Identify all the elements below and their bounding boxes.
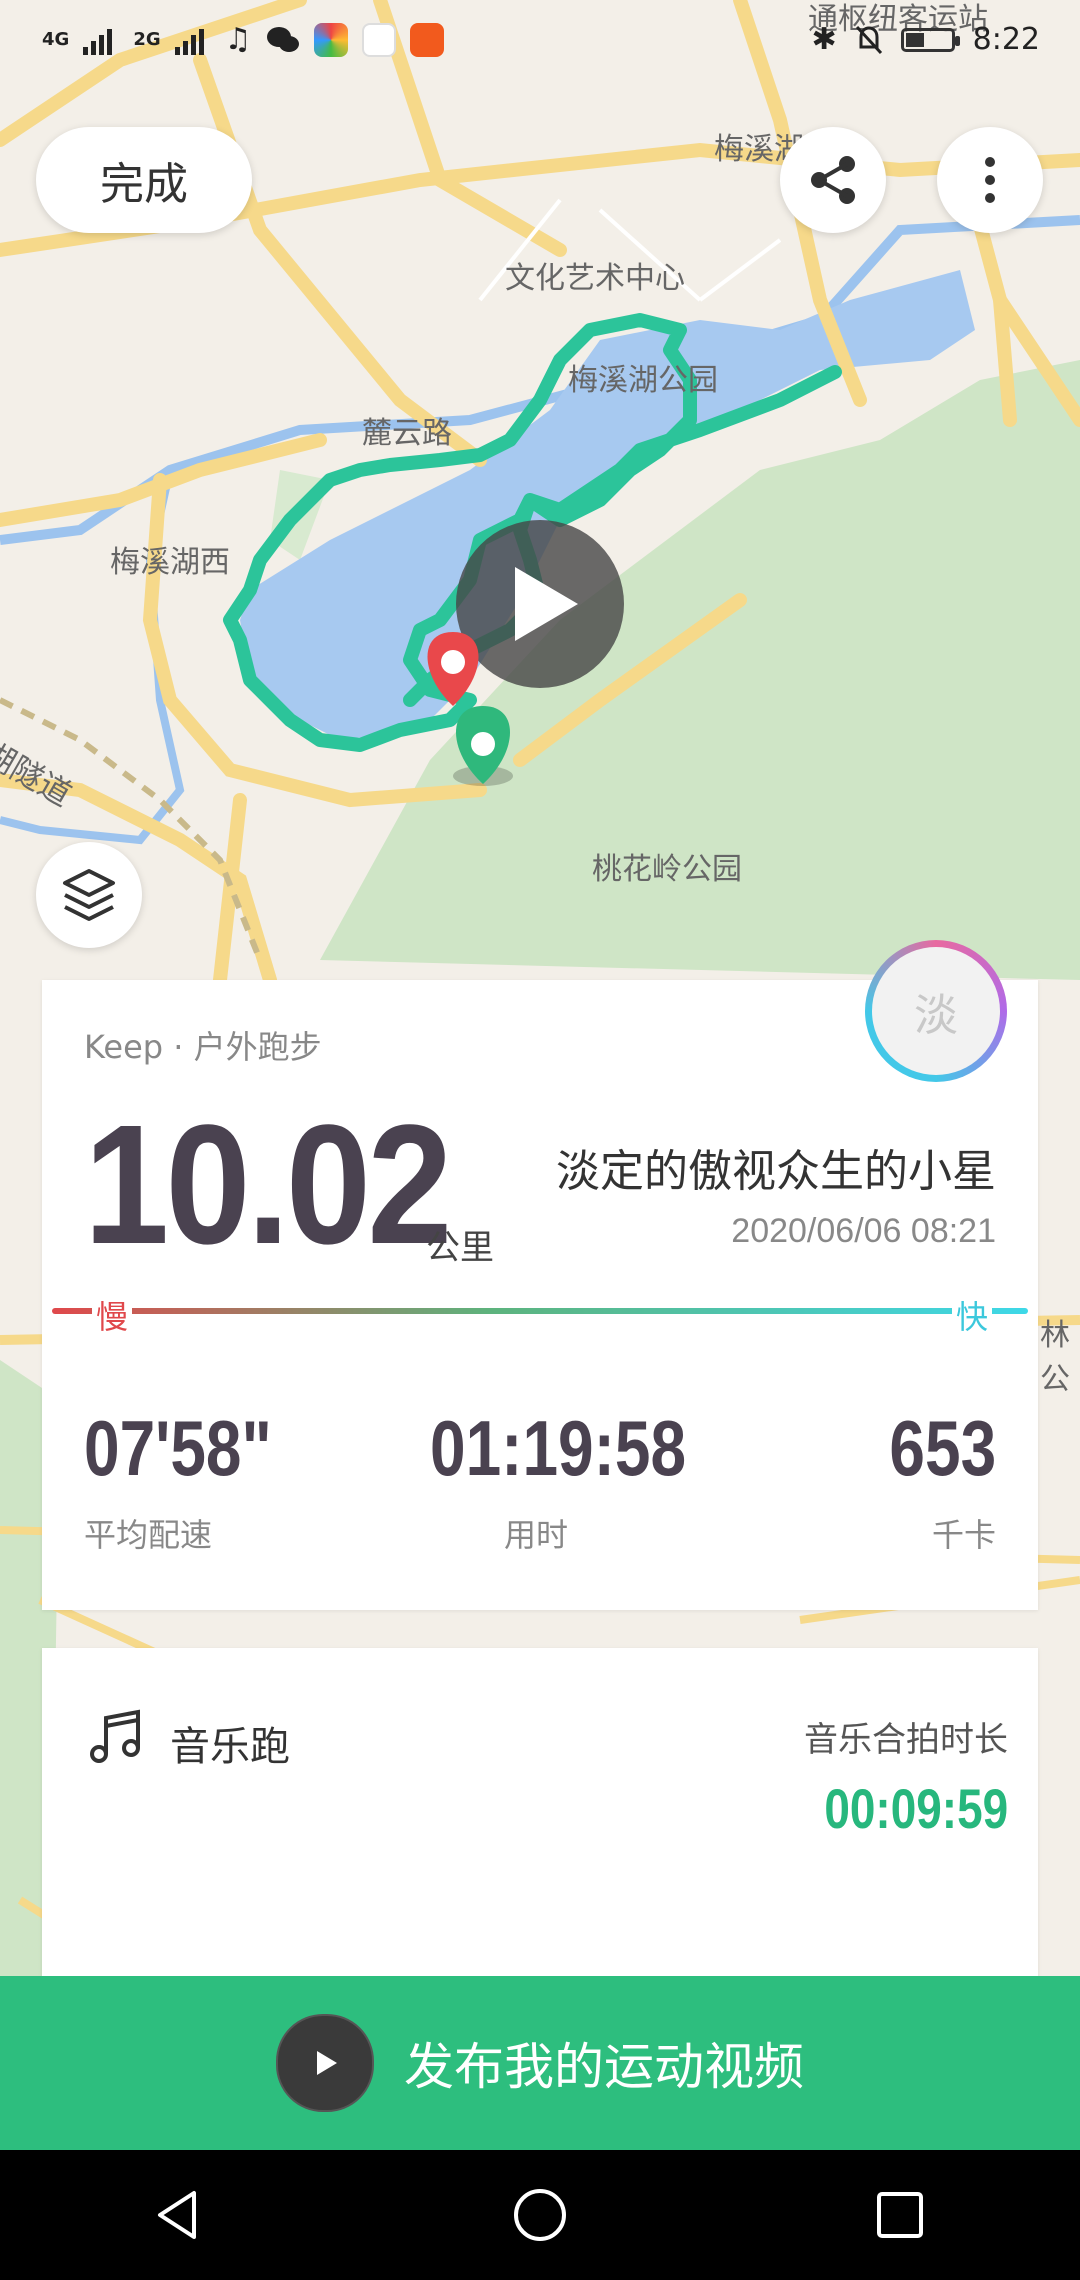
run-summary-card: Keep · 户外跑步 10.02 公里 淡定的傲视众生的小星 2020/06/…: [42, 980, 1038, 1610]
music-run-card: 音乐跑 音乐合拍时长 00:09:59: [42, 1648, 1038, 2008]
calories-value: 653: [889, 1404, 996, 1492]
music-sync-value: 00:09:59: [824, 1777, 1008, 1840]
signal-icon: [83, 28, 113, 55]
publish-label: 发布我的运动视频: [404, 2038, 804, 2096]
map-label-luyun-road: 麓云路: [362, 416, 452, 451]
recents-square-icon: [877, 2192, 923, 2238]
share-button[interactable]: [780, 127, 886, 233]
network-2-label: 2G: [133, 28, 161, 50]
map-label-meixi-park: 梅溪湖公园: [568, 363, 718, 398]
app-shop-icon: [409, 22, 444, 57]
status-bar-right: ✱ 8:22: [811, 22, 1040, 57]
nav-back-button[interactable]: [120, 2155, 240, 2275]
map-label-meixi-west: 梅溪湖西: [110, 545, 230, 580]
nav-home-button[interactable]: [480, 2155, 600, 2275]
distance-unit: 公里: [426, 1228, 494, 1268]
publish-inner: 发布我的运动视频: [276, 2014, 804, 2112]
distance-value: 10.02: [84, 1090, 452, 1280]
back-triangle-icon: [158, 2191, 196, 2239]
bluetooth-icon: ✱: [811, 22, 837, 57]
duration-label: 用时: [504, 1516, 569, 1554]
music-note-icon: ♫: [224, 22, 252, 57]
calories-label: 千卡: [931, 1516, 996, 1554]
slow-label: 慢: [92, 1292, 133, 1338]
fast-label: 快: [951, 1292, 992, 1338]
avg-pace-label: 平均配速: [84, 1516, 213, 1554]
avatar-initial: 淡: [872, 947, 1000, 1075]
app-maps-icon: [361, 22, 396, 57]
status-bar-left: 4G 2G ♫: [42, 22, 444, 57]
status-bar: 4G 2G ♫ ✱ 8:22: [0, 0, 1080, 92]
music-sync-label: 音乐合拍时长: [804, 1720, 1008, 1760]
more-vertical-icon: [985, 157, 995, 203]
mute-bell-icon: [855, 25, 882, 54]
home-circle-icon: [514, 2189, 566, 2241]
app-browser-icon: [313, 22, 348, 57]
avg-pace-value: 07'58": [84, 1404, 272, 1492]
user-name: 淡定的傲视众生的小星: [556, 1146, 996, 1197]
clock-time: 8:22: [972, 22, 1040, 57]
done-button[interactable]: 完成: [36, 127, 252, 233]
battery-icon: [900, 27, 960, 52]
video-play-icon: [276, 2014, 374, 2112]
activity-source: Keep · 户外跑步: [84, 1028, 322, 1066]
map-label-edge-partial: 林公: [1040, 1318, 1070, 1397]
run-datetime: 2020/06/06 08:21: [731, 1212, 996, 1250]
map-label-culture-center: 文化艺术中心: [505, 261, 685, 296]
user-avatar[interactable]: 淡: [865, 940, 1007, 1082]
wechat-icon: [266, 26, 299, 52]
music-note-icon: [90, 1709, 140, 1763]
network-1-label: 4G: [42, 28, 70, 50]
share-icon: [811, 156, 855, 204]
layers-icon: [63, 869, 115, 921]
publish-video-button[interactable]: 发布我的运动视频: [0, 1976, 1080, 2150]
map-label-taohua-park: 桃花岭公园: [592, 852, 742, 887]
music-run-title: 音乐跑: [170, 1724, 290, 1770]
more-button[interactable]: [937, 127, 1043, 233]
signal-2-icon: [174, 28, 204, 55]
system-nav-bar: [0, 2150, 1080, 2280]
map-layers-button[interactable]: [36, 842, 142, 948]
duration-value: 01:19:58: [430, 1404, 687, 1492]
nav-recents-button[interactable]: [840, 2155, 960, 2275]
pace-gradient-bar: [52, 1308, 1028, 1314]
